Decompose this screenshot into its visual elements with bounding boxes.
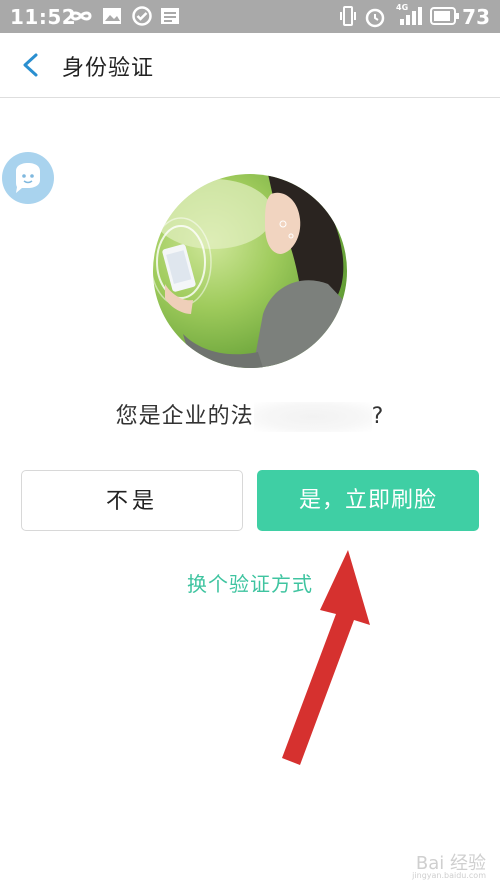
switch-verification-link[interactable]: 换个验证方式 xyxy=(0,568,500,597)
nav-header: 身份验证 xyxy=(0,33,500,98)
red-arrow-annotation xyxy=(282,550,370,765)
chat-face-icon xyxy=(16,163,40,193)
status-time: 11:52 xyxy=(10,5,77,29)
battery-icon xyxy=(430,7,459,25)
page-title: 身份验证 xyxy=(62,56,155,81)
battery-level: 73 xyxy=(462,5,490,29)
face-scan-illustration xyxy=(153,174,347,368)
vibrate-icon xyxy=(340,6,356,26)
back-button[interactable] xyxy=(14,47,50,83)
chevron-left-icon xyxy=(23,53,38,77)
yes-scan-face-button[interactable]: 是，立即刷脸 xyxy=(257,470,479,531)
check-circle-icon xyxy=(132,6,152,26)
status-bar: 11:52 4G 73 xyxy=(0,0,500,33)
question-prefix: 您是企业的法 xyxy=(115,404,254,429)
assistant-bubble[interactable] xyxy=(2,152,54,204)
question-suffix: ? xyxy=(371,404,385,429)
person-with-phone-image xyxy=(153,174,347,368)
signal-4g-icon: 4G xyxy=(396,3,426,27)
news-icon xyxy=(161,8,179,24)
baidu-watermark: Bai 经验 jingyan.baidu.com xyxy=(412,849,486,880)
image-icon xyxy=(103,8,121,24)
redacted-region xyxy=(253,402,372,432)
infinity-icon xyxy=(70,11,92,21)
identity-question: 您是企业的法? xyxy=(0,398,500,432)
no-button[interactable]: 不是 xyxy=(21,470,243,531)
alarm-icon xyxy=(365,8,385,28)
watermark-url: jingyan.baidu.com xyxy=(412,871,486,880)
